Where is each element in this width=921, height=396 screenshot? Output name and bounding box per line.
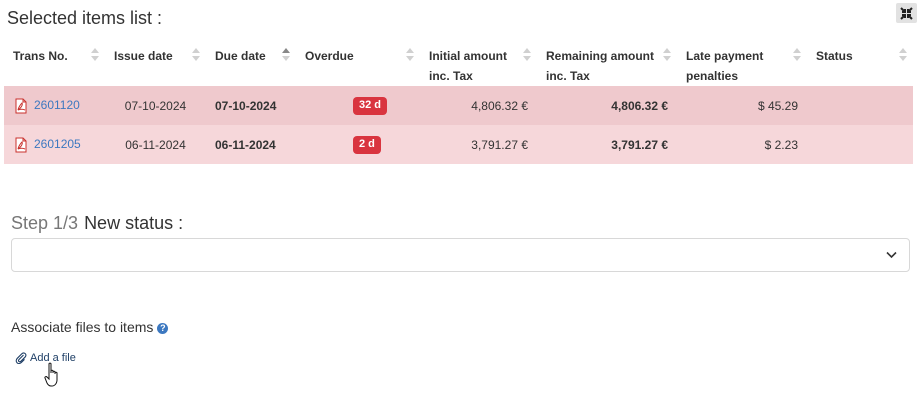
column-header-issue-date[interactable]: Issue date [105, 38, 206, 86]
trans-no-link[interactable]: 2601205 [34, 137, 81, 151]
trans-no-cell: 2601120 [4, 86, 105, 125]
step-heading: Step 1/3 New status : [11, 213, 183, 234]
due-date-cell: 06-11-2024 [206, 125, 296, 164]
penalty-cell: $ 2.23 [677, 125, 807, 164]
column-header-trans-no[interactable]: Trans No. [4, 38, 105, 86]
step-indicator: Step 1/3 [11, 213, 79, 233]
table-row: 2601120 07-10-2024 07-10-2024 32 d 4,806… [4, 86, 913, 125]
collapse-button[interactable] [896, 3, 917, 23]
column-header-late-penalties[interactable]: Late payment penalties [677, 38, 807, 86]
sort-icon [91, 48, 99, 62]
table-header-row: Trans No. Issue date Due date Overdue In… [4, 38, 913, 86]
initial-amount-cell: 4,806.32 € [420, 86, 537, 125]
sort-icon [663, 48, 671, 62]
column-header-remaining-amount[interactable]: Remaining amount inc. Tax [537, 38, 677, 86]
trans-no-cell: 2601205 [4, 125, 105, 164]
overdue-cell: 2 d [296, 125, 420, 164]
overdue-badge: 2 d [353, 135, 381, 154]
pdf-file-icon[interactable] [13, 137, 29, 153]
column-header-overdue[interactable]: Overdue [296, 38, 420, 86]
issue-date-cell: 07-10-2024 [105, 86, 206, 125]
new-status-label: New status : [84, 213, 184, 233]
remaining-amount-cell: 3,791.27 € [537, 125, 677, 164]
associate-files-label: Associate files to items? [11, 319, 169, 335]
due-date-cell: 07-10-2024 [206, 86, 296, 125]
sort-icon [192, 48, 200, 62]
sort-icon [523, 48, 531, 62]
new-status-select[interactable] [11, 238, 910, 272]
penalty-cell: $ 45.29 [677, 86, 807, 125]
issue-date-cell: 06-11-2024 [105, 125, 206, 164]
column-header-due-date[interactable]: Due date [206, 38, 296, 86]
column-header-initial-amount[interactable]: Initial amount inc. Tax [420, 38, 537, 86]
sort-icon [793, 48, 801, 62]
table-row: 2601205 06-11-2024 06-11-2024 2 d 3,791.… [4, 125, 913, 164]
chevron-down-icon [886, 251, 897, 259]
hand-pointer-cursor-icon [44, 362, 58, 387]
section-title: Selected items list : [7, 8, 163, 28]
selected-items-table: Trans No. Issue date Due date Overdue In… [4, 38, 913, 164]
sort-icon [899, 48, 907, 62]
question-icon[interactable]: ? [157, 323, 169, 334]
column-header-status[interactable]: Status [807, 38, 913, 86]
overdue-badge: 32 d [353, 96, 388, 115]
overdue-cell: 32 d [296, 86, 420, 125]
collapse-arrows-icon [900, 6, 913, 20]
initial-amount-cell: 3,791.27 € [420, 125, 537, 164]
status-cell [807, 125, 913, 164]
sort-icon [406, 48, 414, 62]
trans-no-link[interactable]: 2601120 [34, 98, 80, 112]
paperclip-icon [15, 352, 27, 364]
remaining-amount-cell: 4,806.32 € [537, 86, 677, 125]
pdf-file-icon[interactable] [13, 98, 29, 114]
sort-asc-icon [282, 48, 290, 62]
status-cell [807, 86, 913, 125]
